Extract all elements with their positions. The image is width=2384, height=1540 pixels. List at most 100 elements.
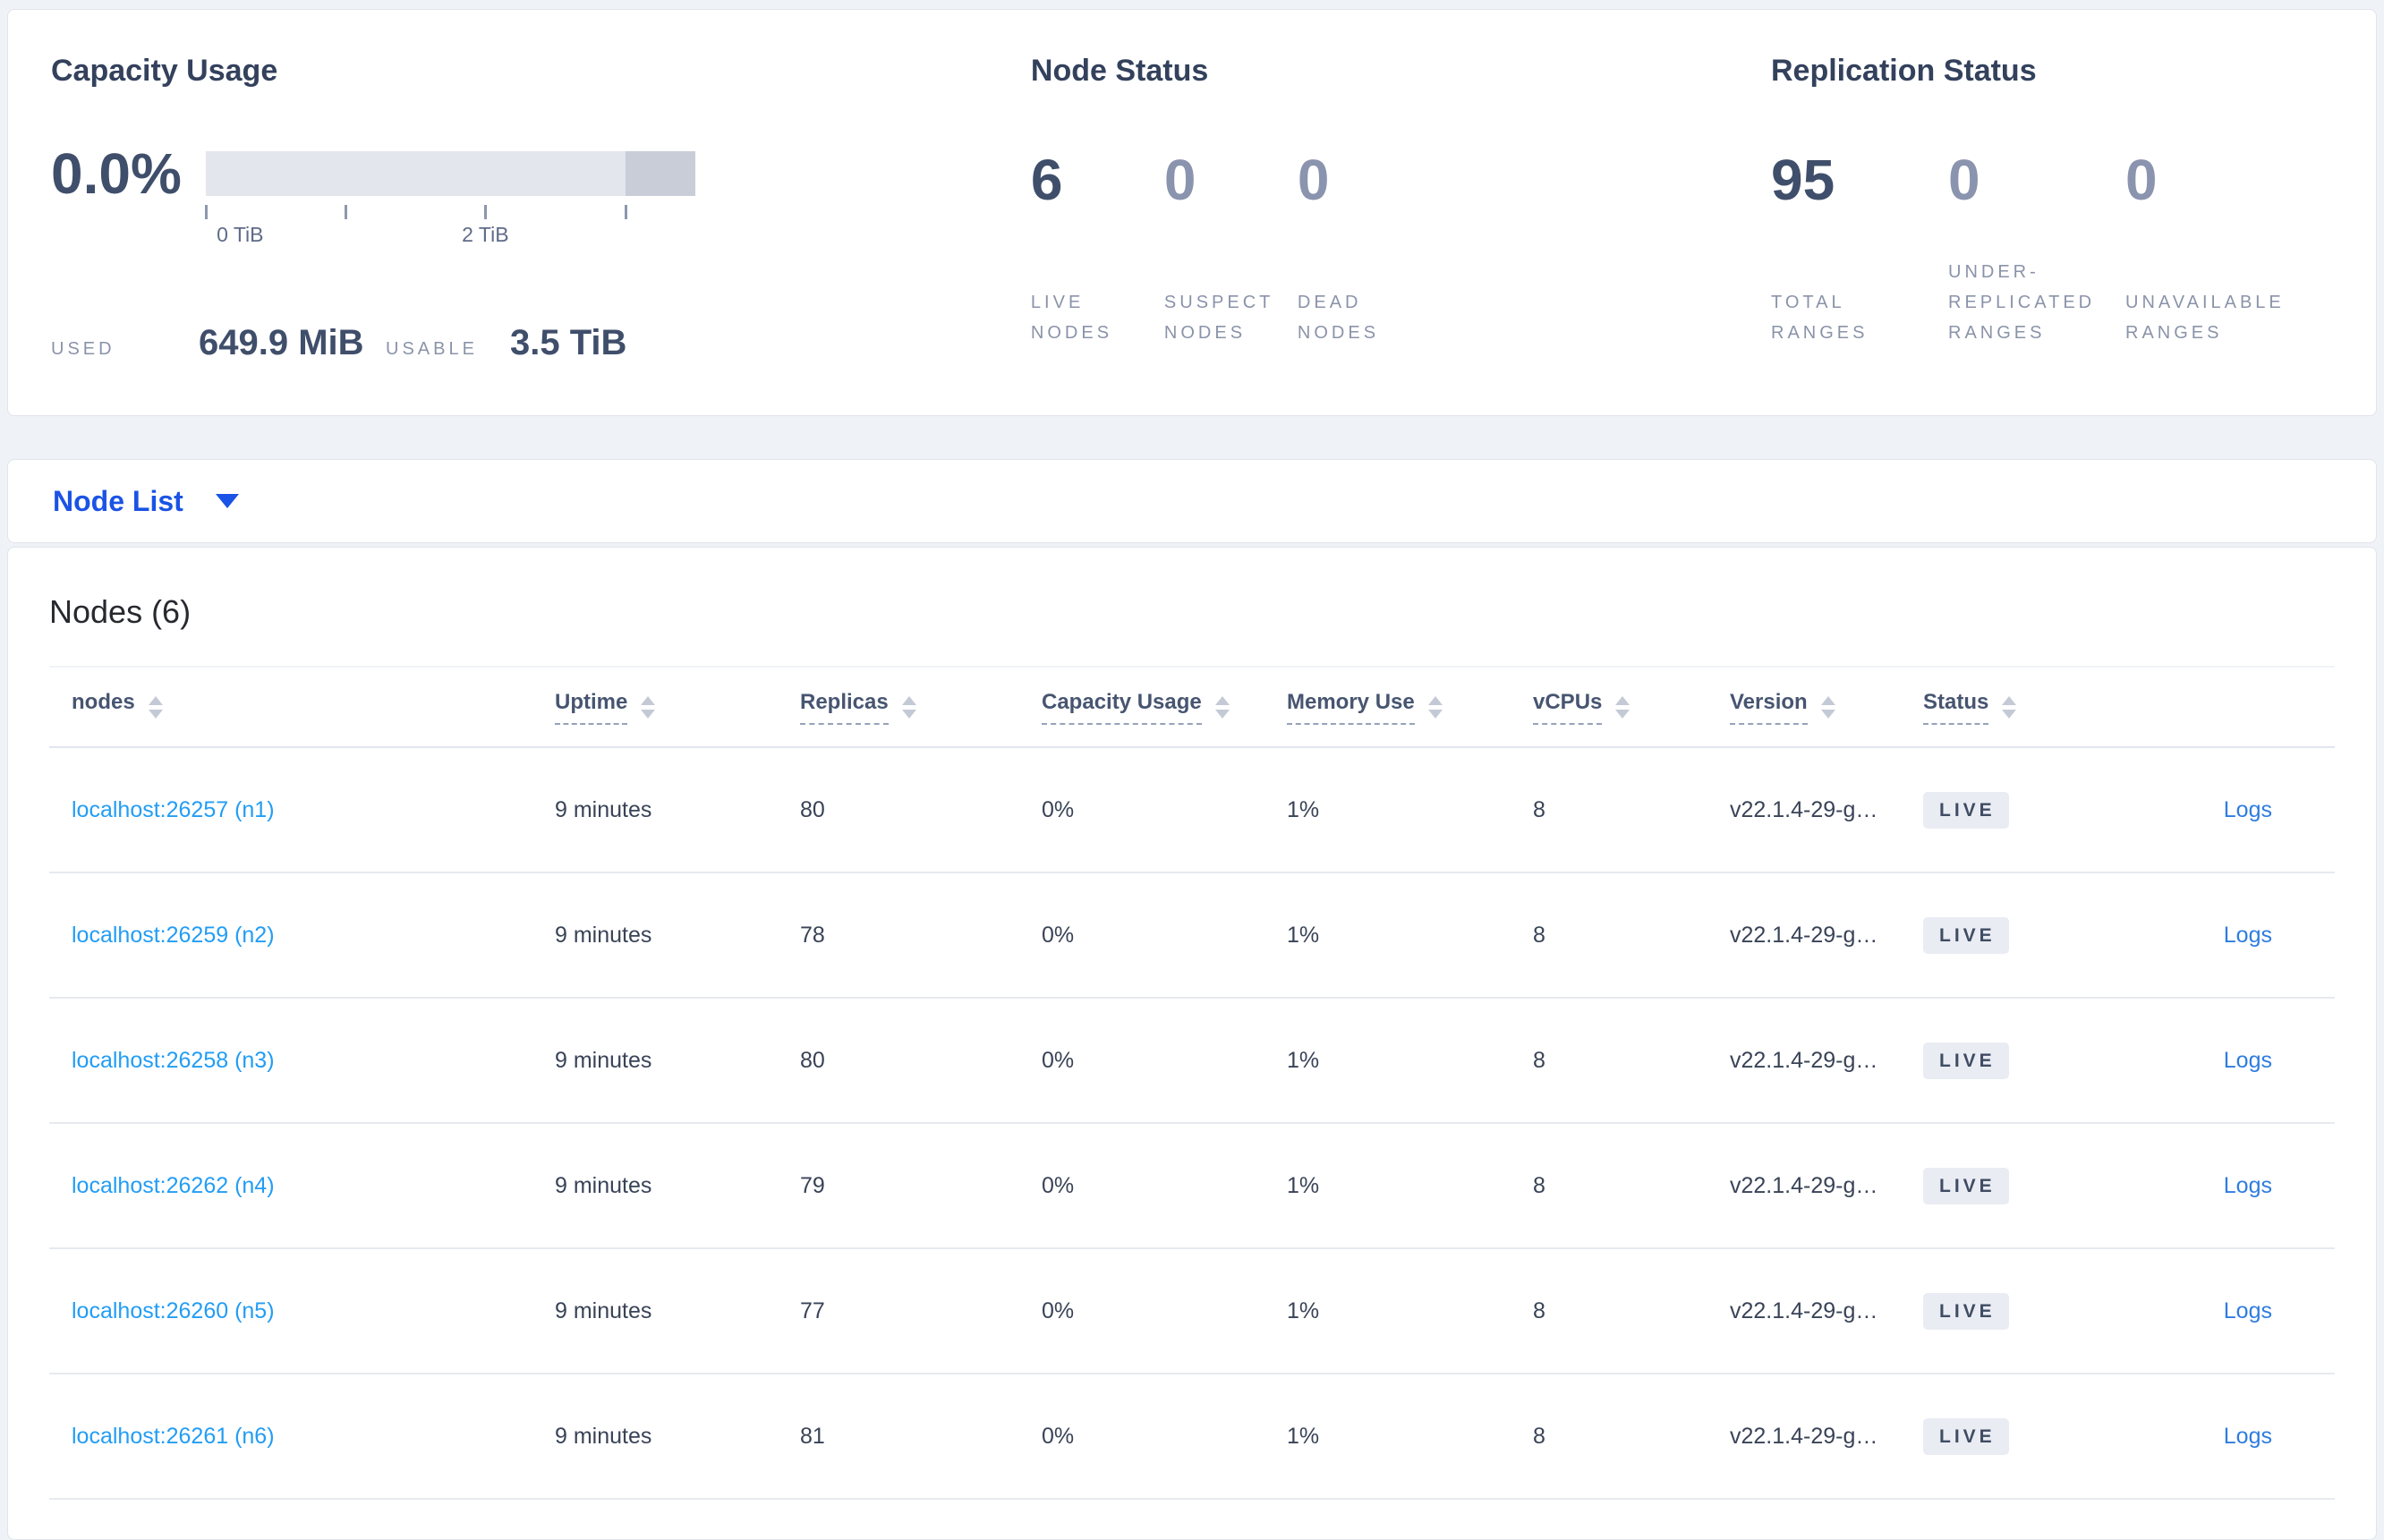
- node-link[interactable]: localhost:26260 (n5): [72, 1298, 275, 1323]
- logs-link[interactable]: Logs: [2224, 797, 2272, 822]
- status-badge: LIVE: [1923, 791, 2009, 829]
- logs-link[interactable]: Logs: [2224, 1048, 2272, 1073]
- table-header-row: nodes Uptime Replicas Capacity Usage Mem…: [49, 668, 2335, 748]
- cell-uptime: 9 minutes: [555, 1298, 652, 1323]
- sort-icon: [2002, 695, 2017, 719]
- cell-memory-use: 1%: [1287, 1298, 1320, 1323]
- cell-uptime: 9 minutes: [555, 1173, 652, 1198]
- chevron-down-icon: [215, 494, 239, 508]
- node-link[interactable]: localhost:26259 (n2): [72, 923, 275, 948]
- cell-replicas: 80: [800, 797, 825, 822]
- axis-tick-label: 0 TiB: [217, 223, 264, 246]
- sort-icon: [1427, 695, 1443, 719]
- cell-memory-use: 1%: [1287, 1048, 1320, 1073]
- table-row: localhost:26260 (n5) 9 minutes 77 0% 1% …: [49, 1249, 2335, 1374]
- cell-capacity-usage: 0%: [1042, 1173, 1075, 1198]
- used-label: USED: [51, 339, 115, 359]
- logs-link[interactable]: Logs: [2224, 1173, 2272, 1198]
- unavailable-ranges-stat: 0 UNAVAILABLE RANGES: [2125, 151, 2331, 348]
- cluster-summary-panel: Capacity Usage 0.0% 0 TiB 2 TiB USED 649…: [7, 9, 2377, 416]
- node-status-title: Node Status: [1030, 54, 1209, 88]
- under-replicated-ranges-label: UNDER-REPLICATED RANGES: [1948, 262, 2096, 343]
- node-link[interactable]: localhost:26261 (n6): [72, 1424, 275, 1449]
- column-header-version[interactable]: Version: [1730, 668, 1923, 746]
- replication-status-section: Replication Status 95 TOTAL RANGES 0 UND…: [1771, 53, 2331, 364]
- cell-vcpus: 8: [1533, 1173, 1545, 1198]
- logs-link[interactable]: Logs: [2224, 1298, 2272, 1323]
- logs-link[interactable]: Logs: [2224, 1424, 2272, 1449]
- status-badge: LIVE: [1923, 1167, 2009, 1204]
- column-header-replicas[interactable]: Replicas: [800, 668, 1042, 746]
- cell-uptime: 9 minutes: [555, 1048, 652, 1073]
- cell-vcpus: 8: [1533, 923, 1545, 948]
- replication-status-title: Replication Status: [1771, 54, 2037, 88]
- capacity-bar-segment: [625, 151, 695, 196]
- suspect-nodes-stat: 0 SUSPECT NODES: [1164, 151, 1298, 348]
- unavailable-ranges-value: 0: [2125, 148, 2158, 212]
- nodes-table-title: Nodes (6): [49, 593, 192, 630]
- live-nodes-value: 6: [1030, 148, 1063, 212]
- status-badge: LIVE: [1923, 1042, 2009, 1079]
- cell-capacity-usage: 0%: [1042, 1048, 1075, 1073]
- status-badge: LIVE: [1923, 916, 2009, 954]
- column-header-status[interactable]: Status: [1923, 668, 2131, 746]
- table-row: localhost:26259 (n2) 9 minutes 78 0% 1% …: [49, 873, 2335, 999]
- dead-nodes-stat: 0 DEAD NODES: [1298, 151, 1431, 348]
- used-value: 649.9 MiB: [199, 323, 364, 362]
- sort-icon: [1214, 695, 1230, 719]
- column-header-vcpus[interactable]: vCPUs: [1533, 668, 1730, 746]
- nodes-table-card: Nodes (6) nodes Uptime Replicas Capacity…: [7, 547, 2377, 1540]
- under-replicated-ranges-value: 0: [1948, 148, 1980, 212]
- capacity-axis-ticks: [205, 205, 695, 219]
- cell-replicas: 80: [800, 1048, 825, 1073]
- column-header-capacity-usage[interactable]: Capacity Usage: [1042, 668, 1287, 746]
- dead-nodes-label: DEAD NODES: [1297, 293, 1380, 343]
- view-selector-bar: Node List: [7, 459, 2377, 543]
- usable-value: 3.5 TiB: [510, 323, 627, 362]
- status-badge: LIVE: [1923, 1292, 2009, 1330]
- sort-icon: [641, 695, 656, 719]
- cell-version: v22.1.4-29-g…: [1730, 797, 1878, 822]
- cell-vcpus: 8: [1533, 1048, 1545, 1073]
- total-ranges-value: 95: [1771, 148, 1835, 212]
- sort-icon: [901, 695, 916, 719]
- cell-replicas: 81: [800, 1424, 825, 1449]
- cell-uptime: 9 minutes: [555, 797, 652, 822]
- column-header-memory-use[interactable]: Memory Use: [1287, 668, 1533, 746]
- node-link[interactable]: localhost:26262 (n4): [72, 1173, 275, 1198]
- under-replicated-ranges-stat: 0 UNDER-REPLICATED RANGES: [1948, 151, 2125, 348]
- unavailable-ranges-label: UNAVAILABLE RANGES: [2125, 293, 2285, 343]
- axis-tick-label: 2 TiB: [462, 223, 509, 246]
- node-link[interactable]: localhost:26258 (n3): [72, 1048, 275, 1073]
- column-header-logs: [2131, 668, 2335, 746]
- node-list-dropdown[interactable]: Node List: [53, 481, 239, 521]
- capacity-usage-section: Capacity Usage 0.0% 0 TiB 2 TiB USED 649…: [51, 53, 1031, 364]
- column-header-uptime[interactable]: Uptime: [555, 668, 800, 746]
- cell-memory-use: 1%: [1287, 923, 1320, 948]
- cell-vcpus: 8: [1533, 797, 1545, 822]
- suspect-nodes-label: SUSPECT NODES: [1163, 293, 1274, 343]
- cell-version: v22.1.4-29-g…: [1730, 1298, 1878, 1323]
- cell-version: v22.1.4-29-g…: [1730, 1424, 1878, 1449]
- table-row: localhost:26261 (n6) 9 minutes 81 0% 1% …: [49, 1374, 2335, 1500]
- node-status-section: Node Status 6 LIVE NODES 0 SUSPECT NODES…: [1031, 53, 1771, 364]
- cell-version: v22.1.4-29-g…: [1730, 923, 1878, 948]
- cell-vcpus: 8: [1533, 1424, 1545, 1449]
- cell-replicas: 78: [800, 923, 825, 948]
- cell-version: v22.1.4-29-g…: [1730, 1173, 1878, 1198]
- cell-replicas: 79: [800, 1173, 825, 1198]
- logs-link[interactable]: Logs: [2224, 923, 2272, 948]
- table-row: localhost:26258 (n3) 9 minutes 80 0% 1% …: [49, 999, 2335, 1124]
- capacity-percent-value: 0.0%: [51, 141, 182, 206]
- cell-replicas: 77: [800, 1298, 825, 1323]
- suspect-nodes-value: 0: [1163, 148, 1196, 212]
- total-ranges-label: TOTAL RANGES: [1771, 293, 1869, 343]
- live-nodes-label: LIVE NODES: [1030, 293, 1113, 343]
- node-link[interactable]: localhost:26257 (n1): [72, 797, 275, 822]
- cell-capacity-usage: 0%: [1042, 797, 1075, 822]
- sort-icon: [1615, 695, 1630, 719]
- cell-memory-use: 1%: [1287, 1173, 1320, 1198]
- cell-version: v22.1.4-29-g…: [1730, 1048, 1878, 1073]
- dead-nodes-value: 0: [1297, 148, 1330, 212]
- column-header-nodes[interactable]: nodes: [49, 668, 555, 746]
